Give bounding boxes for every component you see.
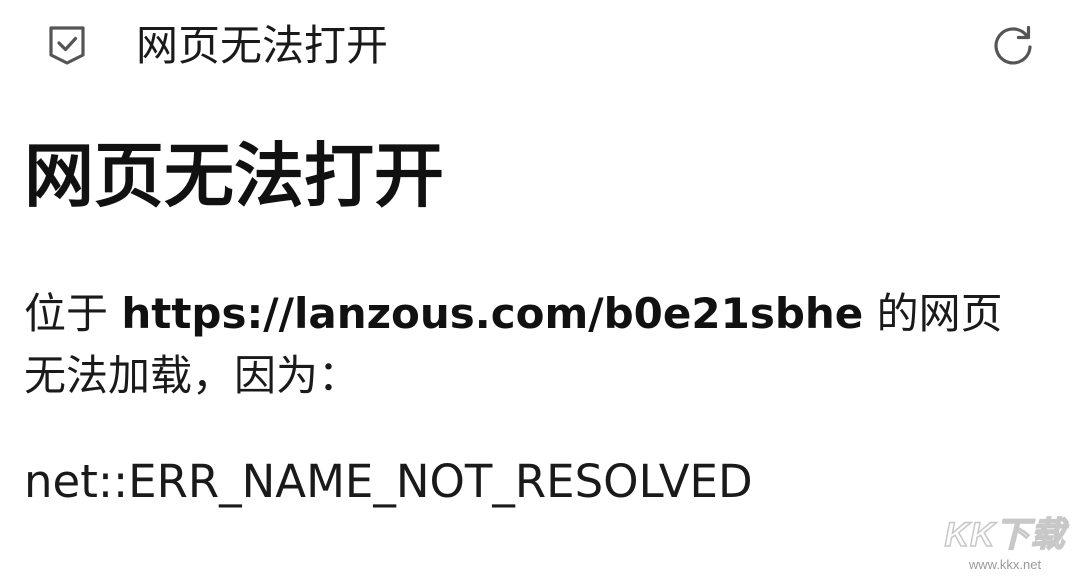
watermark: KK下载 www.kkx.net [940, 513, 1070, 583]
message-prefix: 位于 [24, 289, 122, 338]
browser-top-bar: 网页无法打开 [0, 0, 1080, 92]
error-code: net::ERR_NAME_NOT_RESOLVED [24, 455, 753, 508]
shield-check-icon [49, 26, 85, 65]
error-message: 位于 https://lanzous.com/b0e21sbhe 的网页无法加载… [24, 283, 1034, 407]
page-title: 网页无法打开 [136, 21, 389, 70]
error-page: 网页无法打开 网页无法打开 位于 https://lanzous.com/b0e… [0, 0, 1080, 587]
error-heading: 网页无法打开 [24, 135, 444, 217]
reload-button[interactable] [988, 20, 1038, 70]
reload-icon [994, 25, 1032, 65]
site-security-button[interactable] [44, 22, 90, 68]
watermark-url: www.kkx.net [968, 557, 1042, 572]
watermark-logo: KK下载 [944, 515, 1066, 555]
failed-url: https://lanzous.com/b0e21sbhe [121, 289, 864, 338]
